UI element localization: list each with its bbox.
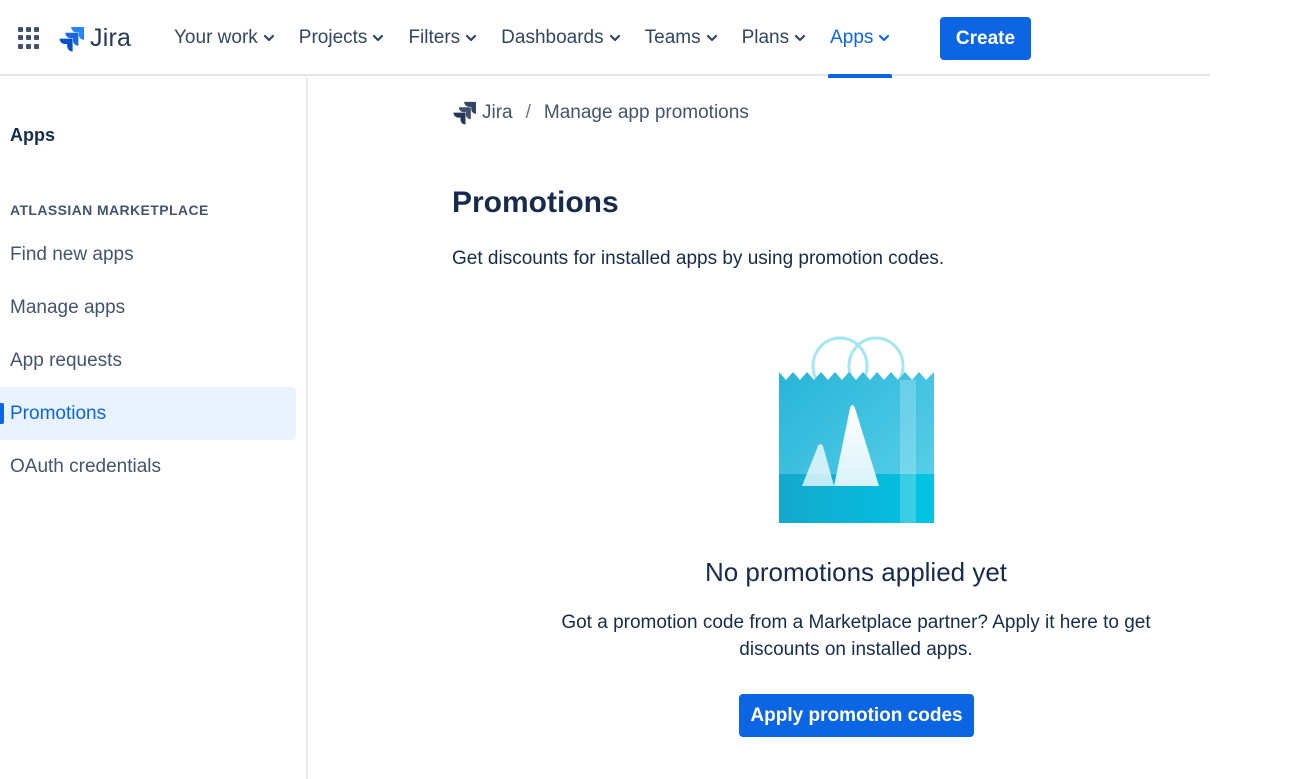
breadcrumb-root-link[interactable]: Jira bbox=[482, 102, 513, 124]
page-description: Get discounts for installed apps by usin… bbox=[452, 248, 945, 269]
logo-text: Jira bbox=[90, 24, 132, 52]
nav-label: Dashboards bbox=[501, 27, 604, 48]
sidebar-item-promotions[interactable]: Promotions bbox=[0, 387, 296, 440]
nav-label: Teams bbox=[644, 27, 701, 48]
breadcrumb: Jira / Manage app promotions bbox=[452, 101, 749, 125]
sidebar-list: Find new apps Manage apps App requests P… bbox=[0, 228, 296, 493]
nav-filters[interactable]: Filters bbox=[396, 0, 489, 76]
nav-label: Plans bbox=[741, 27, 790, 48]
sidebar-item-oauth-credentials[interactable]: OAuth credentials bbox=[0, 440, 296, 493]
sidebar-title: Apps bbox=[10, 125, 55, 145]
sidebar: Apps ATLASSIAN MARKETPLACE Find new apps… bbox=[0, 78, 308, 779]
nav-label: Apps bbox=[830, 27, 874, 48]
nav-label: Your work bbox=[174, 27, 258, 48]
nav-label: Projects bbox=[298, 27, 368, 48]
nav-plans[interactable]: Plans bbox=[730, 0, 819, 76]
nav-apps[interactable]: Apps bbox=[818, 0, 902, 78]
jira-logo[interactable]: Jira bbox=[58, 24, 131, 53]
nav-label: Filters bbox=[408, 27, 461, 48]
chevron-down-icon bbox=[373, 34, 384, 42]
sidebar-item-app-requests[interactable]: App requests bbox=[0, 334, 296, 387]
sidebar-item-label: Find new apps bbox=[10, 243, 134, 265]
shopping-bag-atlassian-icon bbox=[779, 336, 934, 523]
empty-state-title: No promotions applied yet bbox=[704, 557, 1008, 587]
sidebar-item-label: App requests bbox=[10, 349, 122, 371]
nav-your-work[interactable]: Your work bbox=[162, 0, 287, 76]
apply-promotion-codes-button[interactable]: Apply promotion codes bbox=[739, 694, 974, 737]
jira-logo-icon bbox=[59, 26, 84, 51]
nav-dashboards[interactable]: Dashboards bbox=[489, 0, 632, 76]
breadcrumb-current-link[interactable]: Manage app promotions bbox=[544, 102, 749, 124]
chevron-down-icon bbox=[795, 34, 806, 42]
breadcrumb-separator: / bbox=[525, 102, 531, 123]
app-switcher-icon[interactable] bbox=[18, 27, 40, 49]
primary-nav: Your work Projects Filters Dashboards Te… bbox=[162, 0, 902, 78]
chevron-down-icon bbox=[879, 34, 890, 42]
sidebar-section-heading: ATLASSIAN MARKETPLACE bbox=[10, 202, 209, 218]
page-title: Promotions bbox=[452, 186, 619, 219]
sidebar-item-label: OAuth credentials bbox=[10, 455, 162, 477]
chevron-down-icon bbox=[263, 34, 274, 42]
sidebar-item-label: Promotions bbox=[10, 402, 107, 424]
chevron-down-icon bbox=[466, 34, 477, 42]
chevron-down-icon bbox=[609, 34, 620, 42]
nav-teams[interactable]: Teams bbox=[633, 0, 730, 76]
sidebar-item-manage-apps[interactable]: Manage apps bbox=[0, 281, 296, 334]
sidebar-item-find-new-apps[interactable]: Find new apps bbox=[0, 228, 296, 281]
nav-projects[interactable]: Projects bbox=[287, 0, 397, 76]
sidebar-item-label: Manage apps bbox=[10, 296, 126, 318]
empty-state-description: Got a promotion code from a Marketplace … bbox=[561, 612, 1151, 660]
create-button[interactable]: Create bbox=[940, 17, 1031, 60]
top-navigation: Jira Your work Projects Filters Dashboar… bbox=[0, 0, 1210, 78]
jira-logo-icon bbox=[453, 101, 476, 125]
chevron-down-icon bbox=[706, 34, 717, 42]
